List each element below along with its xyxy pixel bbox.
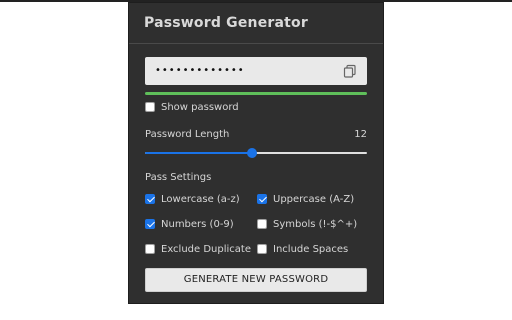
exclude-duplicate-checkbox[interactable] xyxy=(145,244,155,254)
panel-header: Password Generator xyxy=(129,3,383,44)
password-length-slider[interactable] xyxy=(145,148,367,158)
symbols-label: Symbols (!-$^+) xyxy=(273,218,358,230)
password-generator-panel: Password Generator ••••••••••••• Show pa… xyxy=(128,2,384,304)
show-password-label: Show password xyxy=(161,101,239,113)
numbers-checkbox[interactable] xyxy=(145,219,155,229)
show-password-checkbox[interactable] xyxy=(145,102,155,112)
generate-password-button[interactable]: GENERATE NEW PASSWORD xyxy=(145,268,367,292)
option-include-spaces[interactable]: Include Spaces xyxy=(257,241,348,257)
include-spaces-checkbox[interactable] xyxy=(257,244,267,254)
slider-fill xyxy=(145,152,252,154)
password-length-value: 12 xyxy=(354,129,367,140)
symbols-checkbox[interactable] xyxy=(257,219,267,229)
lowercase-checkbox[interactable] xyxy=(145,194,155,204)
password-strength-fill xyxy=(145,92,367,95)
option-uppercase[interactable]: Uppercase (A-Z) xyxy=(257,191,354,207)
option-symbols[interactable]: Symbols (!-$^+) xyxy=(257,216,357,232)
pass-settings-label: Pass Settings xyxy=(145,172,212,183)
option-exclude-duplicate[interactable]: Exclude Duplicate xyxy=(145,241,251,257)
include-spaces-label: Include Spaces xyxy=(273,243,349,255)
numbers-label: Numbers (0-9) xyxy=(161,218,234,230)
exclude-duplicate-label: Exclude Duplicate xyxy=(161,243,251,255)
uppercase-checkbox[interactable] xyxy=(257,194,267,204)
show-password-toggle[interactable]: Show password xyxy=(145,99,239,115)
password-strength-bar xyxy=(145,92,367,95)
option-numbers[interactable]: Numbers (0-9) xyxy=(145,216,234,232)
uppercase-label: Uppercase (A-Z) xyxy=(273,193,355,205)
password-value: ••••••••••••• xyxy=(155,65,245,76)
slider-thumb[interactable] xyxy=(246,148,257,158)
panel-title: Password Generator xyxy=(144,15,308,31)
password-field[interactable]: ••••••••••••• xyxy=(145,57,367,85)
copy-icon[interactable] xyxy=(343,64,357,78)
password-length-label: Password Length xyxy=(145,129,230,140)
lowercase-label: Lowercase (a-z) xyxy=(161,193,240,205)
option-lowercase[interactable]: Lowercase (a-z) xyxy=(145,191,240,207)
